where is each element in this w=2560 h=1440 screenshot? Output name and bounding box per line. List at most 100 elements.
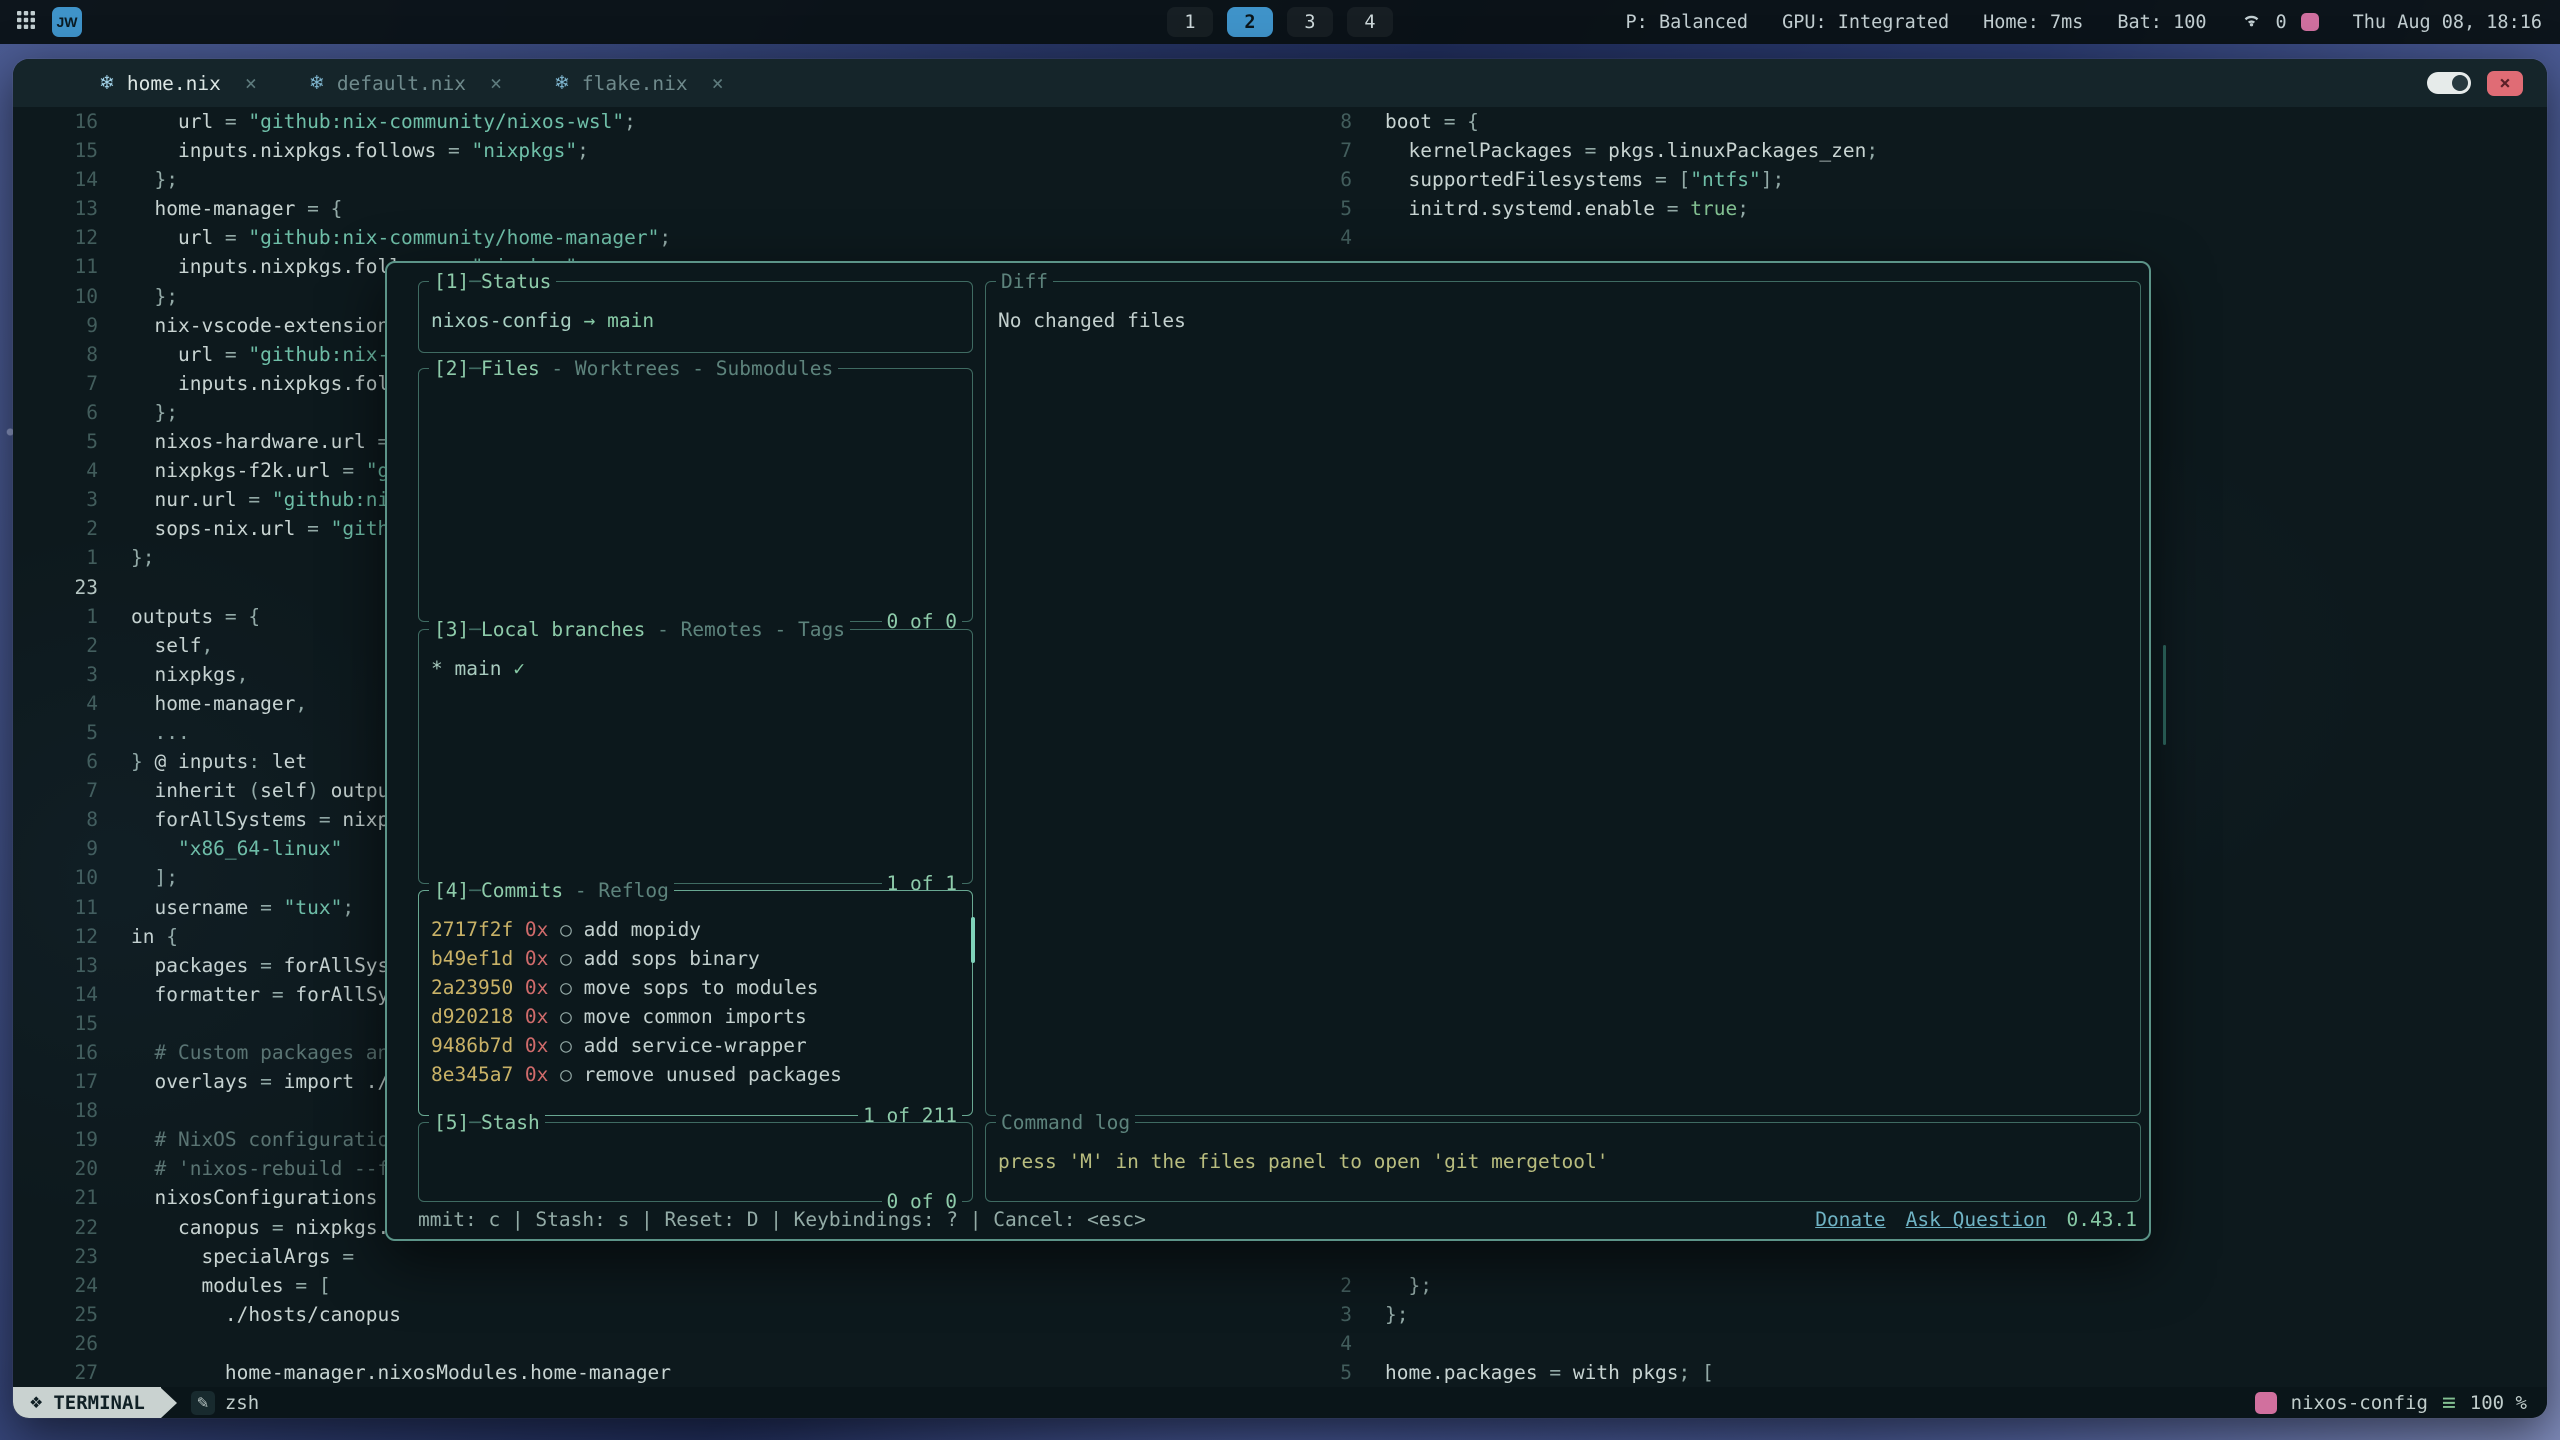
commit-row[interactable]: d920218 0x ○ move common imports <box>431 1002 964 1031</box>
toggle-knob <box>2452 75 2468 91</box>
branch-row[interactable]: * main <box>431 657 501 680</box>
line-number: 22 <box>13 1213 98 1242</box>
line-number: 6 <box>13 747 98 776</box>
line-number: 23 <box>13 573 98 602</box>
code-row: 6 supportedFilesystems = ["ntfs"]; <box>1306 165 1784 194</box>
line-number: 2 <box>1306 1271 1352 1300</box>
line-number: 18 <box>13 1096 98 1125</box>
line-number: 9 <box>13 834 98 863</box>
line-number: 11 <box>13 893 98 922</box>
line-number: 9 <box>13 311 98 340</box>
line-number: 25 <box>13 1300 98 1329</box>
close-tab-icon[interactable]: × <box>712 71 724 95</box>
workspace-2[interactable]: 2 <box>1227 7 1273 37</box>
line-number: 5 <box>13 718 98 747</box>
line-number: 5 <box>1306 194 1352 223</box>
line-number: 4 <box>13 689 98 718</box>
code-row: 5 initrd.systemd.enable = true; <box>1306 194 1749 223</box>
close-window-button[interactable]: × <box>2487 71 2523 96</box>
tab-default-nix[interactable]: ❄ default.nix × <box>283 59 528 107</box>
workspace-4[interactable]: 4 <box>1347 7 1393 37</box>
line-number: 7 <box>1306 136 1352 165</box>
tab-home-nix[interactable]: ❄ home.nix × <box>73 59 283 107</box>
lazygit-options-bar: mmit: c | Stash: s | Reset: D | Keybindi… <box>418 1205 2137 1234</box>
tab-bar: ❄ home.nix × ❄ default.nix × ❄ flake.nix… <box>13 59 2547 107</box>
line-number: 12 <box>13 223 98 252</box>
line-number: 13 <box>13 194 98 223</box>
line-number: 3 <box>13 660 98 689</box>
close-tab-icon[interactable]: × <box>490 71 502 95</box>
commit-row[interactable]: 9486b7d 0x ○ add service-wrapper <box>431 1031 964 1060</box>
line-number: 3 <box>1306 1300 1352 1329</box>
lazygit-popup: [1]─Status nixos-config → main [2]─Files… <box>385 261 2151 1241</box>
lazygit-branches-panel[interactable]: [3]─Local branches - Remotes - Tags * ma… <box>418 629 973 884</box>
panel-title: [1]─Status <box>429 267 556 296</box>
code-row: 7 kernelPackages = pkgs.linuxPackages_ze… <box>1306 136 1878 165</box>
line-number: 4 <box>1306 1329 1352 1358</box>
list-icon: ≡ <box>2442 1390 2456 1416</box>
mode-indicator: ❖ TERMINAL <box>13 1387 161 1418</box>
line-number: 24 <box>13 1271 98 1300</box>
branch-check-icon: ✓ <box>513 657 525 680</box>
battery-module: Bat: 100 <box>2117 12 2206 33</box>
lazygit-command-log-panel[interactable]: Command log press 'M' in the files panel… <box>985 1122 2141 1202</box>
line-number: 2 <box>13 631 98 660</box>
editor[interactable]: 16 url = "github:nix-community/nixos-wsl… <box>13 107 2547 1387</box>
code-row: 2 }; <box>1306 1271 1432 1300</box>
line-number: 4 <box>1306 223 1352 252</box>
commits-scrollbar-thumb[interactable] <box>971 917 975 963</box>
desktop: JW 1 2 3 4 P: Balanced GPU: Integrated H… <box>0 0 2560 1440</box>
commit-row[interactable]: 2717f2f 0x ○ add mopidy <box>431 915 964 944</box>
line-number: 1 <box>13 543 98 572</box>
line-number: 10 <box>13 282 98 311</box>
lazygit-version: 0.43.1 <box>2067 1205 2137 1234</box>
notification-count[interactable]: 0 <box>2276 12 2287 33</box>
line-number: 7 <box>13 369 98 398</box>
app-launcher-icon[interactable] <box>16 10 36 35</box>
line-number: 2 <box>13 514 98 543</box>
commit-row[interactable]: 8e345a7 0x ○ remove unused packages <box>431 1060 964 1089</box>
powerline-separator <box>161 1388 177 1418</box>
commit-row[interactable]: 2a23950 0x ○ move sops to modules <box>431 973 964 1002</box>
line-number: 19 <box>13 1125 98 1154</box>
scrollbar-thumb[interactable] <box>2163 645 2166 745</box>
line-number: 10 <box>13 863 98 892</box>
power-profile-module: P: Balanced <box>1626 12 1749 33</box>
lazygit-diff-panel[interactable]: Diff No changed files <box>985 281 2141 1116</box>
panel-title: Command log <box>996 1108 1135 1137</box>
tab-flake-nix[interactable]: ❄ flake.nix × <box>528 59 750 107</box>
edit-icon: ✎ <box>191 1391 215 1415</box>
lazygit-status-panel[interactable]: [1]─Status nixos-config → main <box>418 281 973 353</box>
lazygit-stash-panel[interactable]: [5]─Stash 0 of 0 <box>418 1122 973 1202</box>
donate-link[interactable]: Donate <box>1815 1205 1885 1234</box>
line-number: 14 <box>13 165 98 194</box>
color-picker-icon[interactable] <box>2301 13 2319 31</box>
workspace-3[interactable]: 3 <box>1287 7 1333 37</box>
workspace-1[interactable]: 1 <box>1167 7 1213 37</box>
panel-title: [3]─Local branches - Remotes - Tags <box>429 615 850 644</box>
lazygit-commits-panel[interactable]: [4]─Commits - Reflog 2717f2f 0x ○ add mo… <box>418 890 973 1116</box>
repo-name: nixos-config <box>431 309 572 332</box>
line-number: 16 <box>13 107 98 136</box>
panel-title: Diff <box>996 267 1053 296</box>
wifi-icon[interactable] <box>2241 9 2262 35</box>
workspaces: 1 2 3 4 <box>1167 0 1393 44</box>
ping-module: Home: 7ms <box>1983 12 2083 33</box>
line-number: 13 <box>13 951 98 980</box>
window-toggle[interactable] <box>2427 72 2471 94</box>
close-tab-icon[interactable]: × <box>245 71 257 95</box>
panel-title: [5]─Stash <box>429 1108 545 1137</box>
gpu-module: GPU: Integrated <box>1782 12 1949 33</box>
line-number: 23 <box>13 1242 98 1271</box>
code-row: 4 <box>1306 223 1385 252</box>
commit-row[interactable]: b49ef1d 0x ○ add sops binary <box>431 944 964 973</box>
lazygit-files-panel[interactable]: [2]─Files - Worktrees - Submodules 0 of … <box>418 368 973 622</box>
current-branch: → main <box>584 309 654 332</box>
logo-badge[interactable]: JW <box>52 7 82 37</box>
ask-question-link[interactable]: Ask Question <box>1906 1205 2047 1234</box>
line-number: 14 <box>13 980 98 1009</box>
diff-content: No changed files <box>998 309 1186 332</box>
tab-title: home.nix <box>127 72 221 95</box>
line-number: 7 <box>13 776 98 805</box>
session-name: nixos-config <box>2291 1392 2428 1414</box>
